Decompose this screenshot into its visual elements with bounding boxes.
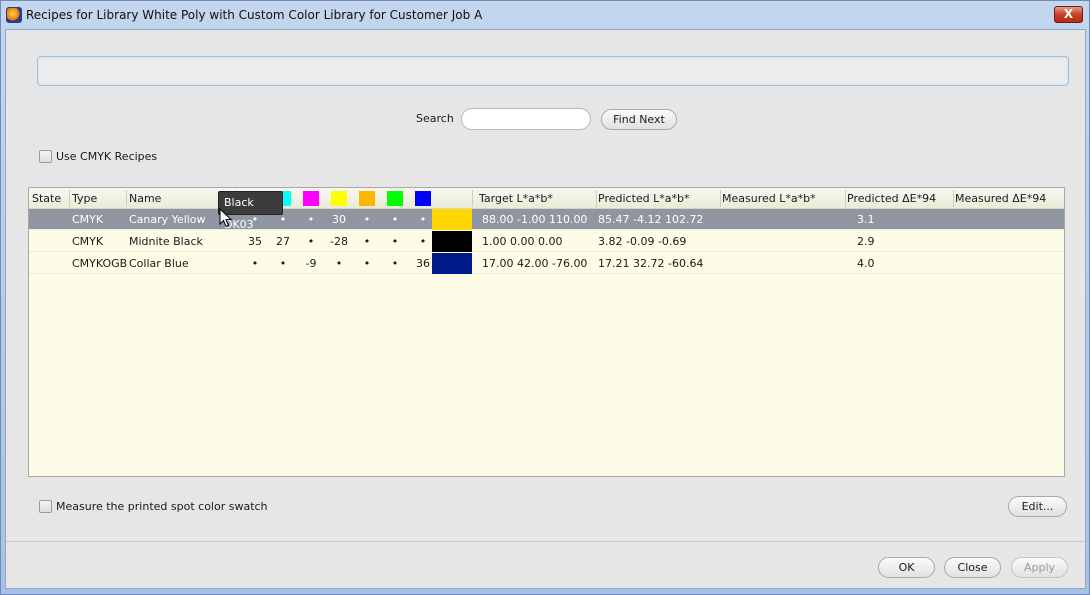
- search-input[interactable]: [461, 108, 591, 130]
- app-icon: [6, 7, 22, 23]
- cell-name: Midnite Black: [129, 235, 203, 248]
- cell-predicted-lab: 17.21 32.72 -60.64: [598, 257, 704, 270]
- cell-ink-black: 35: [248, 235, 262, 248]
- cell-ink-magenta: -9: [305, 257, 317, 270]
- use-cmyk-label: Use CMYK Recipes: [56, 150, 158, 163]
- color-swatch: [432, 209, 472, 230]
- cell-target-lab: 88.00 -1.00 110.00: [482, 213, 588, 226]
- cell-type: CMYK: [72, 213, 104, 226]
- edit-button[interactable]: Edit...: [1008, 496, 1067, 517]
- cell-type: CMYK: [72, 235, 104, 248]
- cell-ink-orange: •: [363, 235, 371, 248]
- recipe-info-field[interactable]: [37, 56, 1069, 86]
- window-title: Recipes for Library White Poly with Cust…: [26, 8, 483, 22]
- measure-swatch-checkbox[interactable]: [39, 500, 52, 513]
- col-target-lab[interactable]: Target L*a*b*: [479, 192, 553, 205]
- measure-swatch-label: Measure the printed spot color swatch: [56, 500, 268, 513]
- ok-button[interactable]: OK: [878, 557, 935, 578]
- column-divider[interactable]: [953, 190, 954, 207]
- cell-ink-magenta: •: [307, 213, 315, 226]
- blue-ink-swatch: [415, 191, 431, 206]
- cell-predicted-de: 2.9: [857, 235, 875, 248]
- cell-ink-green: •: [391, 235, 399, 248]
- column-divider[interactable]: [596, 190, 597, 207]
- recipes-dialog: Recipes for Library White Poly with Cust…: [0, 0, 1090, 595]
- color-swatch: [432, 231, 472, 252]
- magenta-ink-swatch: [303, 191, 319, 206]
- cell-ink-yellow: •: [335, 257, 343, 270]
- mouse-pointer-icon: [219, 208, 233, 228]
- cell-predicted-lab: 85.47 -4.12 102.72: [598, 213, 704, 226]
- orange-ink-swatch: [359, 191, 375, 206]
- cell-type: CMYKOGB: [72, 257, 128, 270]
- cell-name: Collar Blue: [129, 257, 189, 270]
- col-measured-de[interactable]: Measured ΔE*94: [955, 192, 1046, 205]
- table-row[interactable]: CMYK Midnite Black 35 27 • -28 • • • 1.0…: [29, 231, 1064, 252]
- cell-ink-green: •: [391, 213, 399, 226]
- cell-ink-orange: •: [363, 213, 371, 226]
- column-divider[interactable]: [126, 190, 127, 207]
- cell-ink-yellow: 30: [332, 213, 346, 226]
- column-divider[interactable]: [720, 190, 721, 207]
- col-state[interactable]: State: [32, 192, 61, 205]
- cell-ink-green: •: [391, 257, 399, 270]
- use-cmyk-checkbox[interactable]: [39, 150, 52, 163]
- color-swatch: [432, 253, 472, 274]
- cell-ink-cyan: •: [279, 257, 287, 270]
- column-divider[interactable]: [472, 190, 473, 207]
- cell-ink-cyan: 27: [276, 235, 290, 248]
- window-close-button[interactable]: X: [1054, 6, 1083, 23]
- column-divider[interactable]: [69, 190, 70, 207]
- yellow-ink-swatch: [331, 191, 347, 206]
- cell-predicted-lab: 3.82 -0.09 -0.69: [598, 235, 687, 248]
- footer-divider: [6, 541, 1085, 542]
- col-type[interactable]: Type: [72, 192, 97, 205]
- cell-ink-orange: •: [363, 257, 371, 270]
- cell-target-lab: 1.00 0.00 0.00: [482, 235, 563, 248]
- table-row[interactable]: CMYKOGB Collar Blue • • -9 • • • 36 17.0…: [29, 253, 1064, 274]
- recipes-table[interactable]: State Type Name Target L*a*b* Predicted …: [28, 187, 1065, 477]
- col-predicted-de[interactable]: Predicted ΔE*94: [847, 192, 936, 205]
- cell-name: Canary Yellow: [129, 213, 206, 226]
- cell-ink-black: •: [251, 257, 259, 270]
- cell-target-lab: 17.00 42.00 -76.00: [482, 257, 588, 270]
- table-row[interactable]: CMYK Canary Yellow • • • 30 • • • 88.00 …: [29, 209, 1064, 230]
- search-label: Search: [416, 112, 454, 125]
- cell-ink-yellow: -28: [330, 235, 348, 248]
- col-predicted-lab[interactable]: Predicted L*a*b*: [598, 192, 690, 205]
- dialog-body: Search Find Next Use CMYK Recipes State …: [5, 29, 1086, 589]
- table-header: State Type Name Target L*a*b* Predicted …: [29, 188, 1064, 209]
- cell-ink-magenta: •: [307, 235, 315, 248]
- col-measured-lab[interactable]: Measured L*a*b*: [722, 192, 816, 205]
- col-name[interactable]: Name: [129, 192, 161, 205]
- column-divider[interactable]: [845, 190, 846, 207]
- title-bar: Recipes for Library White Poly with Cust…: [1, 1, 1089, 29]
- cell-predicted-de: 3.1: [857, 213, 875, 226]
- green-ink-swatch: [387, 191, 403, 206]
- cell-predicted-de: 4.0: [857, 257, 875, 270]
- find-next-button[interactable]: Find Next: [601, 109, 677, 130]
- apply-button[interactable]: Apply: [1011, 557, 1068, 578]
- close-button[interactable]: Close: [944, 557, 1001, 578]
